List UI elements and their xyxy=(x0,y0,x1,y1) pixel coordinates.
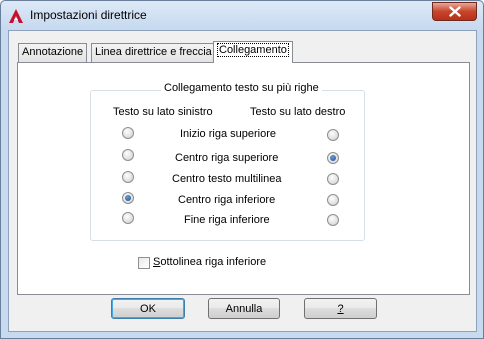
right-radio-fine-riga-inferiore[interactable] xyxy=(327,214,339,226)
title-bar[interactable]: Impostazioni direttrice xyxy=(1,1,483,30)
left-column-header: Testo su lato sinistro xyxy=(113,106,213,118)
ok-button[interactable]: OK xyxy=(111,298,185,319)
row-label: Centro testo multilinea xyxy=(172,173,282,185)
right-radio-centro-riga-superiore[interactable] xyxy=(327,152,339,164)
tab-linea-direttrice[interactable]: Linea direttrice e freccia xyxy=(91,43,216,62)
left-radio-centro-testo-multilinea[interactable] xyxy=(122,171,134,183)
window-title: Impostazioni direttrice xyxy=(30,8,147,22)
help-button-label: ? xyxy=(337,302,344,315)
right-radio-centro-testo-multilinea[interactable] xyxy=(327,173,339,185)
row-label: Centro riga inferiore xyxy=(178,194,276,206)
left-radio-fine-riga-inferiore[interactable] xyxy=(122,212,134,224)
close-button[interactable] xyxy=(432,2,477,21)
row-label: Inizio riga superiore xyxy=(180,128,276,140)
help-button[interactable]: ? xyxy=(304,298,377,319)
tab-label: Annotazione xyxy=(22,46,84,58)
dialog-window: Impostazioni direttrice Annotazione Line… xyxy=(0,0,484,339)
right-radio-centro-riga-inferiore[interactable] xyxy=(327,194,339,206)
tab-label: Linea direttrice e freccia xyxy=(95,46,212,58)
left-radio-centro-riga-inferiore[interactable] xyxy=(122,192,134,204)
right-column-header: Testo su lato destro xyxy=(250,106,346,118)
close-icon xyxy=(448,6,461,17)
underline-checkbox[interactable] xyxy=(138,257,150,269)
row-label: Centro riga superiore xyxy=(175,152,279,164)
right-radio-inizio-riga-superiore[interactable] xyxy=(327,129,339,141)
underline-checkbox-label[interactable]: Sottolinea riga inferiore xyxy=(153,256,266,268)
left-radio-inizio-riga-superiore[interactable] xyxy=(122,127,134,139)
tab-label: Collegamento xyxy=(217,43,289,57)
dialog-client-area: Annotazione Linea direttrice e freccia C… xyxy=(8,30,477,332)
autocad-logo-icon xyxy=(9,9,23,23)
tab-annotazione[interactable]: Annotazione xyxy=(18,43,88,62)
tab-collegamento[interactable]: Collegamento xyxy=(213,41,293,63)
group-title: Collegamento testo su più righe xyxy=(161,82,322,94)
row-label: Fine riga inferiore xyxy=(184,214,270,226)
left-radio-centro-riga-superiore[interactable] xyxy=(122,149,134,161)
cancel-button[interactable]: Annulla xyxy=(208,298,280,319)
